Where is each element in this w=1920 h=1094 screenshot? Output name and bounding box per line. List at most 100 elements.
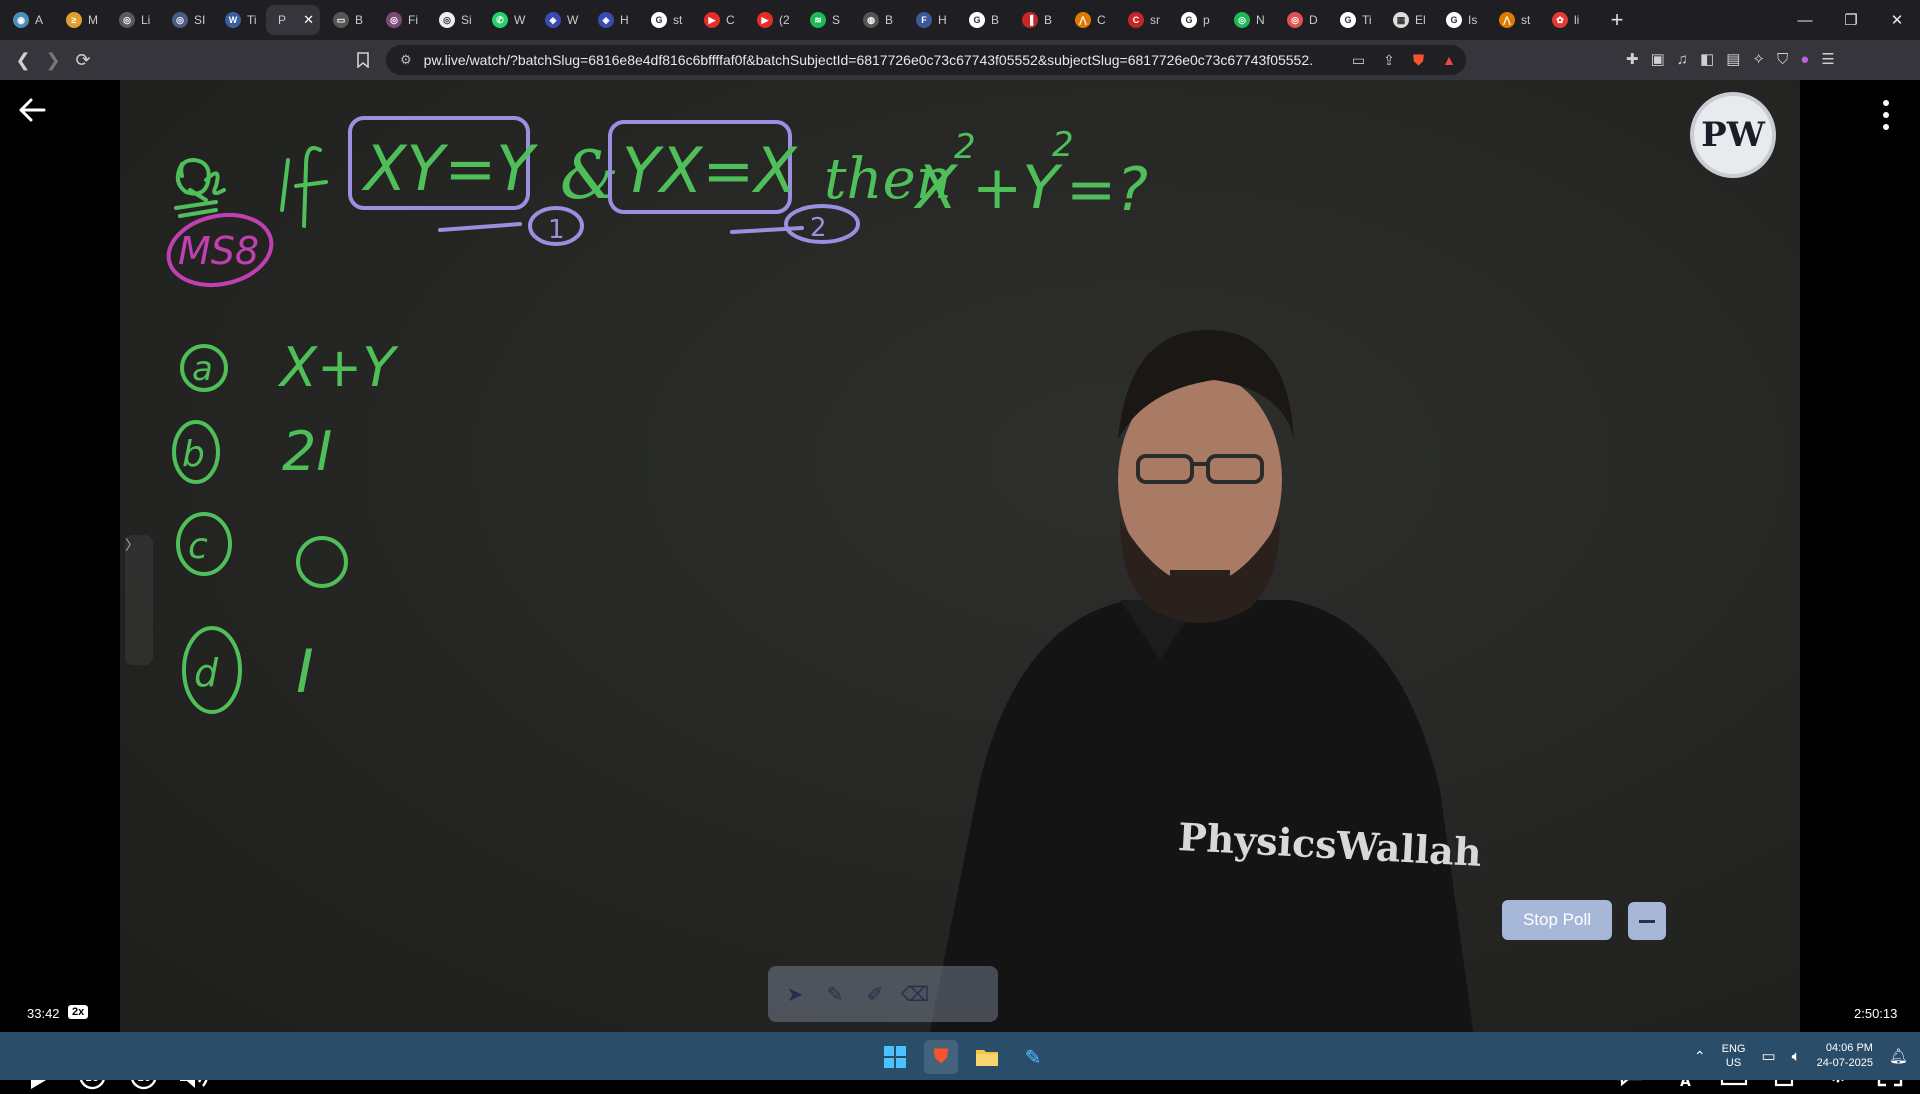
browser-tab[interactable]: GB — [957, 5, 1009, 35]
browser-tab[interactable]: ◍ B — [851, 5, 903, 35]
video-player[interactable]: XY=Y 1 & YX=X 2 then X 2 +Y 2 =? MS8 a X… — [0, 80, 1920, 1090]
screenshot-icon[interactable]: ▣ — [1651, 50, 1665, 68]
browser-tab[interactable]: ◎ D — [1275, 5, 1327, 35]
teacher-figure — [929, 330, 1474, 1032]
site-settings-icon[interactable]: ⚙ — [400, 52, 412, 68]
marker-tool-icon[interactable]: ✐ — [862, 981, 888, 1007]
tab-label: B — [1044, 13, 1053, 27]
extensions-icon[interactable]: ✚ — [1626, 50, 1639, 68]
svg-text:X+Y: X+Y — [277, 336, 399, 399]
show-hidden-icons-icon[interactable]: ⌃ — [1694, 1048, 1706, 1065]
browser-tab[interactable]: ≋ S — [798, 5, 850, 35]
tab-favicon-icon: C — [1128, 12, 1144, 28]
wallet-icon[interactable]: ▤ — [1726, 50, 1740, 68]
tab-label: B — [885, 13, 894, 27]
bookmark-icon[interactable] — [348, 45, 378, 75]
notification-bell-icon[interactable]: 🔔︎ — [1889, 1047, 1908, 1065]
back-arrow-icon[interactable] — [18, 98, 48, 128]
vpn-icon[interactable]: ⛉ — [1777, 51, 1788, 68]
browser-tab[interactable]: ◈ H — [586, 5, 638, 35]
browser-tab[interactable]: ◎ Li — [107, 5, 159, 35]
speed-badge[interactable]: 2x — [68, 1005, 89, 1019]
browser-tab[interactable]: W Ti — [213, 5, 265, 35]
address-bar[interactable]: ⚙ pw.live/watch/?batchSlug=6816e8e4df816… — [386, 45, 1466, 75]
browser-tab[interactable]: Gst — [639, 5, 691, 35]
annotation-toolbar: ➤ ✎ ✐ ⌫ — [768, 966, 998, 1022]
browser-tab[interactable]: G Is — [1434, 5, 1486, 35]
tab-favicon-icon: ◎ — [172, 12, 188, 28]
browser-tab[interactable]: ▶ C — [692, 5, 744, 35]
browser-tab[interactable]: FH — [904, 5, 956, 35]
pointer-tool-icon[interactable]: ➤ — [782, 981, 808, 1007]
tab-favicon-icon: ✆ — [492, 12, 508, 28]
file-explorer-icon[interactable] — [970, 1040, 1004, 1074]
system-clock[interactable]: 04:06 PM 24-07-2025 — [1817, 1041, 1873, 1071]
browser-tab[interactable]: ◉ A — [1, 5, 53, 35]
tab-favicon-icon: ▭ — [333, 12, 349, 28]
close-window-button[interactable]: ✕ — [1874, 0, 1920, 40]
clock-time: 04:06 PM — [1825, 1042, 1873, 1054]
more-options-icon[interactable] — [1876, 100, 1896, 130]
browser-tab[interactable]: ◎ N — [1222, 5, 1274, 35]
browser-tab[interactable]: ◎ SI — [160, 5, 212, 35]
right-drawer-handle-icon[interactable]: 〈 — [1792, 530, 1800, 554]
tab-favicon-icon: ⋀ — [1075, 12, 1091, 28]
back-icon[interactable]: ❮ — [8, 45, 38, 75]
profile-icon[interactable]: ● — [1800, 51, 1809, 68]
windows-start-icon[interactable] — [878, 1040, 912, 1074]
minimize-window-button[interactable]: — — [1782, 0, 1828, 40]
pen-app-icon[interactable]: ✎ — [1016, 1040, 1050, 1074]
pen-tool-icon[interactable]: ✎ — [822, 981, 848, 1007]
left-drawer-handle[interactable]: 〉 — [125, 535, 153, 665]
stop-poll-button[interactable]: Stop Poll — [1502, 900, 1612, 940]
reload-icon[interactable]: ⟳ — [68, 45, 98, 75]
minimize-poll-button[interactable] — [1628, 902, 1666, 940]
browser-tab[interactable]: ▐ B — [1010, 5, 1062, 35]
tab-label: B — [991, 13, 1000, 27]
tab-favicon-icon: W — [225, 12, 241, 28]
brave-browser-icon[interactable]: ⛊ — [924, 1040, 958, 1074]
tab-favicon-icon: ✿ — [1552, 12, 1568, 28]
language-code: ENG — [1721, 1043, 1746, 1055]
sidebar-icon[interactable]: ◧ — [1700, 50, 1714, 68]
language-indicator[interactable]: ENG US — [1722, 1042, 1746, 1070]
browser-tab[interactable]: Gp — [1169, 5, 1221, 35]
new-tab-button[interactable]: + — [1602, 5, 1632, 35]
eraser-tool-icon[interactable]: ⌫ — [901, 981, 929, 1007]
leo-ai-icon[interactable]: ✧ — [1752, 50, 1765, 68]
browser-tab[interactable]: Csr — [1116, 5, 1168, 35]
cast-icon[interactable]: ▭ — [1352, 52, 1365, 69]
browser-tab[interactable]: ▭ B — [321, 5, 373, 35]
tab-label: Li — [141, 13, 151, 27]
video-frame: XY=Y 1 & YX=X 2 then X 2 +Y 2 =? MS8 a X… — [120, 80, 1800, 1032]
share-icon[interactable]: ⇪ — [1383, 52, 1395, 69]
tab-close-icon[interactable]: ✕ — [303, 12, 314, 28]
browser-tab[interactable]: ◎ Fi — [374, 5, 426, 35]
brave-rewards-icon[interactable]: ▲ — [1442, 52, 1456, 68]
chalkboard-writing: XY=Y 1 & YX=X 2 then X 2 +Y 2 =? MS8 a X… — [166, 116, 1474, 1032]
brave-shield-icon[interactable]: ⛊ — [1413, 52, 1424, 69]
forward-icon[interactable]: ❯ — [38, 45, 68, 75]
browser-tab[interactable]: ≥ M — [54, 5, 106, 35]
browser-tab[interactable]: ✿ li — [1540, 5, 1592, 35]
speaker-icon[interactable]: 🔈︎ — [1792, 1048, 1801, 1065]
browser-tab[interactable]: ▦ El — [1381, 5, 1433, 35]
network-icon[interactable]: ▭ — [1761, 1047, 1775, 1065]
svg-text:I: I — [296, 637, 314, 707]
browser-tab[interactable]: ✆ W — [480, 5, 532, 35]
browser-tab[interactable]: G Ti — [1328, 5, 1380, 35]
media-icon[interactable]: ♫ — [1677, 51, 1688, 68]
browser-tab[interactable]: P ✕ — [266, 5, 320, 35]
browser-tab[interactable]: ⋀ C — [1063, 5, 1115, 35]
tab-label: El — [1415, 13, 1426, 27]
minus-icon — [1639, 919, 1655, 923]
browser-tab[interactable]: ▶ (2 — [745, 5, 797, 35]
browser-tab[interactable]: ◈ W — [533, 5, 585, 35]
tab-label: H — [938, 13, 947, 27]
restore-window-button[interactable]: ❐ — [1828, 0, 1874, 40]
menu-icon[interactable]: ☰ — [1821, 50, 1834, 68]
current-time: 33:42 — [27, 1006, 60, 1021]
tab-favicon-icon: ◎ — [1287, 12, 1303, 28]
browser-tab[interactable]: ⋀ st — [1487, 5, 1539, 35]
browser-tab[interactable]: ◎ Si — [427, 5, 479, 35]
